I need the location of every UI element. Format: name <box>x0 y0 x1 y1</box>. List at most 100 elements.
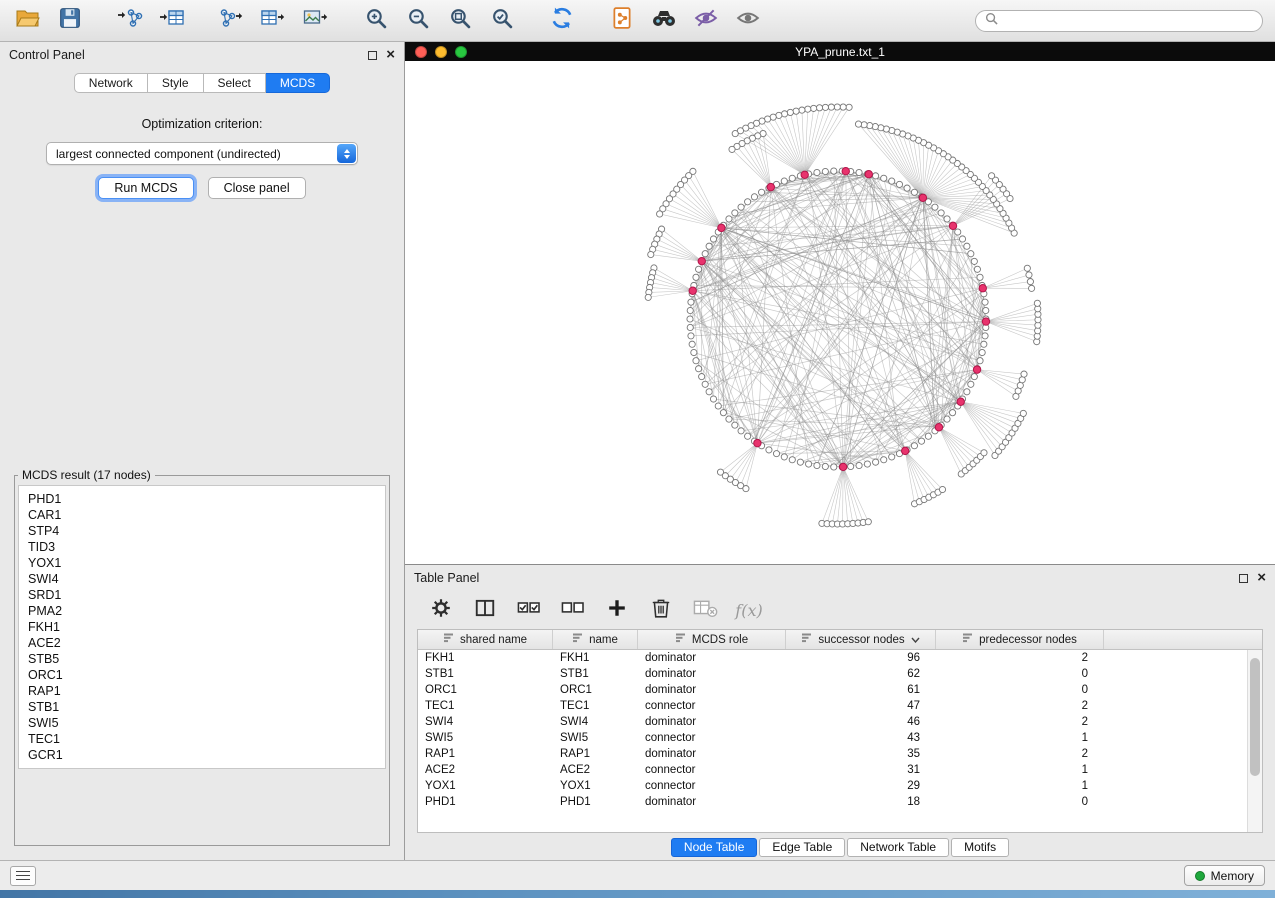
minimize-window-button[interactable] <box>435 46 447 58</box>
column-label: name <box>589 634 618 646</box>
table-row[interactable]: SWI4SWI4dominator462 <box>418 714 1247 730</box>
mcds-result-item[interactable]: TEC1 <box>28 731 376 747</box>
zoom-in-button[interactable] <box>360 5 392 37</box>
open-session-button[interactable] <box>12 5 44 37</box>
control-tabs: NetworkStyleSelectMCDS <box>0 73 404 93</box>
select-all-button[interactable] <box>515 596 543 624</box>
mcds-result-item[interactable]: FKH1 <box>28 619 376 635</box>
refresh-view-button[interactable] <box>546 5 578 37</box>
network-canvas[interactable] <box>405 61 1275 564</box>
zoom-in-icon <box>365 7 387 34</box>
tab-style[interactable]: Style <box>148 73 204 93</box>
column-header-name[interactable]: name <box>553 630 638 649</box>
export-image-icon <box>303 7 329 34</box>
criterion-dropdown[interactable]: largest connected component (undirected) <box>46 142 358 165</box>
deselect-all-button[interactable] <box>559 596 587 624</box>
run-mcds-button[interactable]: Run MCDS <box>98 177 193 199</box>
table-header-row: shared name name MCDS rolesuccessor nodesp… <box>418 630 1262 650</box>
hide-unselected-icon <box>694 7 718 34</box>
zoom-fit-button[interactable] <box>444 5 476 37</box>
cell-shared-name: SWI4 <box>418 716 553 728</box>
table-panel-header: Table Panel × <box>405 565 1275 591</box>
mcds-result-item[interactable]: GCR1 <box>28 747 376 763</box>
float-table-panel-icon[interactable] <box>1239 574 1248 583</box>
table-row[interactable]: PHD1PHD1dominator180 <box>418 794 1247 810</box>
export-table-icon <box>261 7 287 34</box>
add-row-button[interactable] <box>603 596 631 624</box>
table-row[interactable]: YOX1YOX1connector291 <box>418 778 1247 794</box>
column-header-successor-nodes[interactable]: successor nodes <box>786 630 936 649</box>
mcds-result-item[interactable]: ORC1 <box>28 667 376 683</box>
tab-select[interactable]: Select <box>204 73 266 93</box>
mcds-result-item[interactable]: STB5 <box>28 651 376 667</box>
column-header-shared-name[interactable]: shared name <box>418 630 553 649</box>
column-header-MCDS-role[interactable]: MCDS role <box>638 630 786 649</box>
mcds-result-item[interactable]: CAR1 <box>28 507 376 523</box>
close-panel-icon[interactable]: × <box>386 50 395 60</box>
table-row[interactable]: RAP1RAP1dominator352 <box>418 746 1247 762</box>
table-row[interactable]: TEC1TEC1connector472 <box>418 698 1247 714</box>
mcds-result-item[interactable]: SWI5 <box>28 715 376 731</box>
tab-node-table[interactable]: Node Table <box>671 838 758 857</box>
close-panel-button[interactable]: Close panel <box>208 177 306 199</box>
save-session-button[interactable] <box>54 5 86 37</box>
tab-network-table[interactable]: Network Table <box>847 838 949 857</box>
mcds-result-item[interactable]: TID3 <box>28 539 376 555</box>
tab-motifs[interactable]: Motifs <box>951 838 1009 857</box>
tab-network[interactable]: Network <box>74 73 148 93</box>
hide-unselected-button[interactable] <box>690 5 722 37</box>
cell-predecessor-nodes: 2 <box>936 700 1104 712</box>
zoom-selected-button[interactable] <box>486 5 518 37</box>
search-input[interactable] <box>1004 14 1253 28</box>
export-image-button[interactable] <box>300 5 332 37</box>
import-network-button[interactable] <box>114 5 146 37</box>
cell-MCDS-role: connector <box>638 732 786 744</box>
find-button[interactable] <box>648 5 680 37</box>
sort-icon <box>962 633 973 646</box>
cell-MCDS-role: dominator <box>638 668 786 680</box>
mcds-result-item[interactable]: PHD1 <box>28 491 376 507</box>
columns-button[interactable] <box>471 596 499 624</box>
memory-button[interactable]: Memory <box>1184 865 1265 886</box>
function-builder-button[interactable]: f(x) <box>735 596 763 624</box>
network-graph[interactable] <box>405 61 1274 564</box>
mcds-result-item[interactable]: YOX1 <box>28 555 376 571</box>
show-all-button[interactable] <box>732 5 764 37</box>
tab-edge-table[interactable]: Edge Table <box>759 838 845 857</box>
mcds-result-item[interactable]: PMA2 <box>28 603 376 619</box>
table-row[interactable]: SWI5SWI5connector431 <box>418 730 1247 746</box>
mcds-result-item[interactable]: SWI4 <box>28 571 376 587</box>
mcds-result-item[interactable]: SRD1 <box>28 587 376 603</box>
settings-button[interactable] <box>427 596 455 624</box>
mcds-result-list[interactable]: PHD1CAR1STP4TID3YOX1SWI4SRD1PMA2FKH1ACE2… <box>18 485 386 769</box>
main-area: Control Panel × NetworkStyleSelectMCDS O… <box>0 42 1275 860</box>
export-network-button[interactable] <box>216 5 248 37</box>
mcds-result-item[interactable]: STP4 <box>28 523 376 539</box>
mcds-result-item[interactable]: STB1 <box>28 699 376 715</box>
export-table-button[interactable] <box>258 5 290 37</box>
close-table-panel-icon[interactable]: × <box>1257 573 1266 583</box>
zoom-fit-icon <box>449 7 471 34</box>
search-box[interactable] <box>975 10 1263 32</box>
cell-successor-nodes: 31 <box>786 764 936 776</box>
clone-network-button[interactable] <box>606 5 638 37</box>
mcds-result-item[interactable]: ACE2 <box>28 635 376 651</box>
table-scrollbar[interactable] <box>1247 650 1262 832</box>
table-tabs: Node TableEdge TableNetwork TableMotifs <box>405 833 1275 861</box>
zoom-out-button[interactable] <box>402 5 434 37</box>
delete-table-button[interactable] <box>691 596 719 624</box>
mcds-result-item[interactable]: RAP1 <box>28 683 376 699</box>
tab-mcds[interactable]: MCDS <box>266 73 330 93</box>
close-window-button[interactable] <box>415 46 427 58</box>
import-table-button[interactable] <box>156 5 188 37</box>
table-row[interactable]: ORC1ORC1dominator610 <box>418 682 1247 698</box>
table-row[interactable]: ACE2ACE2connector311 <box>418 762 1247 778</box>
table-row[interactable]: FKH1FKH1dominator962 <box>418 650 1247 666</box>
column-header-predecessor-nodes[interactable]: predecessor nodes <box>936 630 1104 649</box>
hamburger-menu-icon[interactable] <box>10 866 36 886</box>
zoom-window-button[interactable] <box>455 46 467 58</box>
table-row[interactable]: STB1STB1dominator620 <box>418 666 1247 682</box>
table-scrollbar-thumb[interactable] <box>1250 658 1260 776</box>
float-panel-icon[interactable] <box>368 51 377 60</box>
delete-row-button[interactable] <box>647 596 675 624</box>
